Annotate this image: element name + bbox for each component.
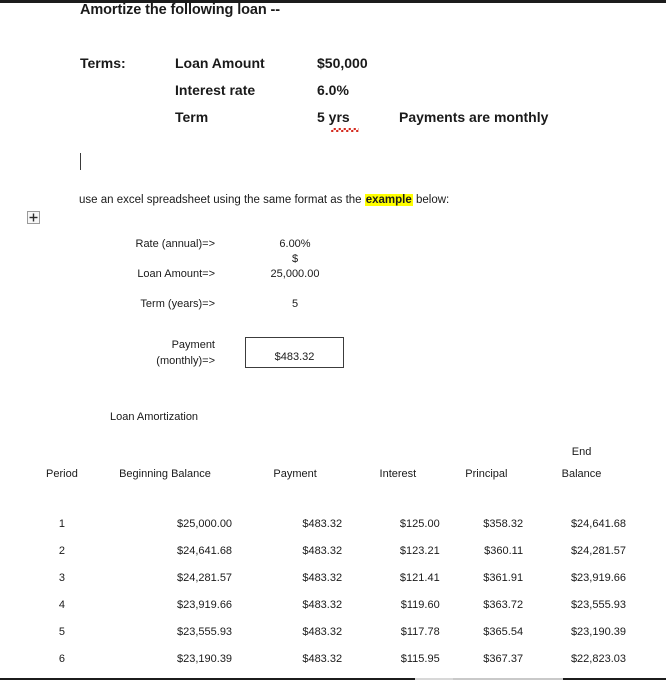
cell-interest: $115.95 <box>400 652 440 665</box>
table-row: 4 $23,919.66 $483.32 $119.60 $363.72 $23,555.… <box>32 591 634 618</box>
rate-annual-value[interactable]: 6.00% <box>235 238 355 250</box>
column-header-beginning-balance: Beginning Balance <box>119 468 211 480</box>
cell-end-balance: $24,641.68 <box>570 517 626 530</box>
page-title: Amortize the following loan -- <box>80 2 280 18</box>
cell-beginning-balance: $24,641.68 <box>177 544 233 557</box>
payment-result-box[interactable]: $483.32 <box>245 337 344 368</box>
table-row: 5 $23,555.93 $483.32 $117.78 $365.54 $23,190.… <box>32 618 634 645</box>
terms-row-interest-rate-label: Interest rate <box>175 82 256 98</box>
instruction-suffix: below: <box>412 194 450 206</box>
table-row: 2 $24,641.68 $483.32 $123.21 $360.11 $24,281.… <box>32 537 634 564</box>
column-header-end-balance: End Balance <box>561 446 602 480</box>
terms-row-loan-amount-value: $50,000 <box>317 55 368 71</box>
table-row: 6 $23,190.39 $483.32 $115.95 $367.37 $22,823.… <box>32 645 634 672</box>
instruction-text: use an excel spreadsheet using the same … <box>79 194 449 206</box>
column-header-period: Period <box>46 468 78 480</box>
cell-principal: $365.54 <box>483 625 524 638</box>
terms-label: Terms: <box>80 55 126 71</box>
cell-principal: $360.11 <box>484 544 524 557</box>
cell-period: 4 <box>58 598 65 611</box>
cell-period: 2 <box>58 544 65 557</box>
cell-end-balance: $23,555.93 <box>570 598 626 611</box>
cell-beginning-balance: $24,281.57 <box>177 571 233 584</box>
cell-beginning-balance: $23,190.39 <box>177 652 233 665</box>
cell-principal: $367.37 <box>483 652 524 665</box>
bottom-rule <box>0 678 666 680</box>
cell-end-balance: $23,919.66 <box>570 571 626 584</box>
terms-row-term-value: 5 yrs <box>317 109 350 125</box>
table-header-row: Period Beginning Balance Payment Interes… <box>32 436 634 482</box>
cell-payment: $483.32 <box>302 625 343 638</box>
cell-end-balance: $23,190.39 <box>570 625 626 638</box>
loan-amount-label: Loan Amount=> <box>137 268 215 280</box>
payment-result-value: $483.32 <box>274 351 315 363</box>
instruction-highlight: example <box>364 194 413 206</box>
terms-row-interest-rate-value: 6.0% <box>317 82 349 98</box>
column-header-interest: Interest <box>379 468 417 480</box>
cell-principal: $361.91 <box>483 571 524 584</box>
expand-plus-icon[interactable] <box>27 211 40 224</box>
column-header-principal: Principal <box>465 468 508 480</box>
term-years-value[interactable]: 5 <box>235 298 355 310</box>
instruction-prefix: use an excel spreadsheet using the same … <box>79 194 365 206</box>
cell-interest: $123.21 <box>399 544 440 557</box>
terms-row-term-label: Term <box>175 109 209 125</box>
currency-symbol: $ <box>291 253 299 265</box>
cell-payment: $483.32 <box>302 571 343 584</box>
cell-end-balance: $24,281.57 <box>570 544 626 557</box>
cell-beginning-balance: $23,555.93 <box>177 625 233 638</box>
cell-interest: $125.00 <box>399 517 440 530</box>
cell-payment: $483.32 <box>302 652 343 665</box>
cell-beginning-balance: $25,000.00 <box>177 517 233 530</box>
cell-principal: $363.72 <box>483 598 524 611</box>
term-years-label: Term (years)=> <box>140 298 215 310</box>
bottom-rule-gap <box>415 678 453 680</box>
bottom-rule-gap-secondary <box>453 678 563 680</box>
cell-period: 1 <box>58 517 65 530</box>
rate-annual-label: Rate (annual)=> <box>135 238 216 250</box>
amortization-caption: Loan Amortization <box>110 411 199 423</box>
cell-interest: $121.41 <box>399 571 440 584</box>
cell-principal: $358.32 <box>483 517 524 530</box>
table-row: 3 $24,281.57 $483.32 $121.41 $361.91 $23,919.… <box>32 564 634 591</box>
table-row: 1 $25,000.00 $483.32 $125.00 $358.32 $24,641.… <box>32 482 634 537</box>
cell-payment: $483.32 <box>302 517 343 530</box>
terms-row-loan-amount-label: Loan Amount <box>175 55 265 71</box>
cell-end-balance: $22,823.03 <box>570 652 626 665</box>
cell-payment: $483.32 <box>302 544 343 557</box>
cell-period: 5 <box>58 625 65 638</box>
payment-monthly-label-line1: Payment <box>171 339 215 351</box>
amortization-table: Period Beginning Balance Payment Interes… <box>32 436 634 672</box>
terms-payment-frequency-note: Payments are monthly <box>399 109 549 125</box>
payment-monthly-label-line2: (monthly)=> <box>156 355 215 367</box>
spellcheck-underline-icon <box>331 128 359 132</box>
cell-interest: $117.78 <box>400 625 440 638</box>
cell-beginning-balance: $23,919.66 <box>177 598 233 611</box>
text-cursor-icon <box>80 153 81 170</box>
loan-amount-value[interactable]: 25,000.00 <box>235 268 355 280</box>
column-header-payment: Payment <box>273 468 317 480</box>
cell-interest: $119.60 <box>400 598 440 611</box>
cell-period: 6 <box>58 652 65 665</box>
document-page: Amortize the following loan -- Terms: Lo… <box>0 0 666 683</box>
cell-payment: $483.32 <box>302 598 343 611</box>
cell-period: 3 <box>58 571 65 584</box>
